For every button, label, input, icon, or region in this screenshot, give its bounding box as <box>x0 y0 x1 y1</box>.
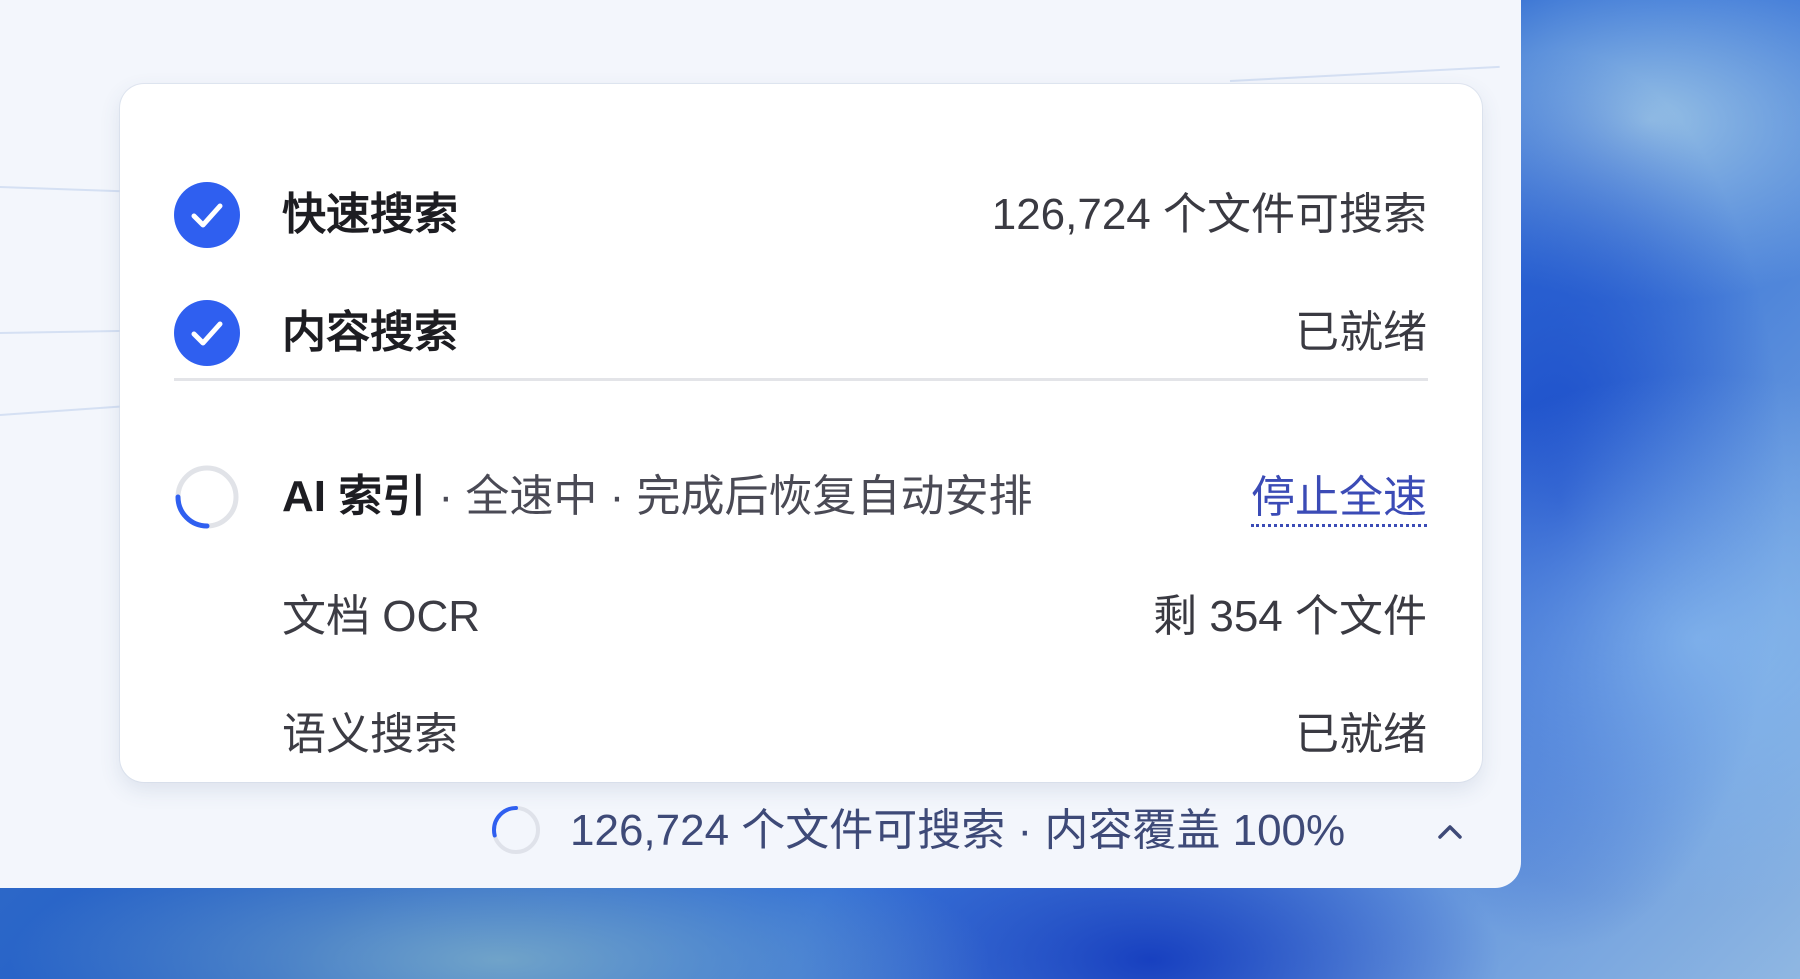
ai-index-label: AI 索引 <box>282 472 427 521</box>
doc-ocr-label: 文档 OCR <box>282 592 480 641</box>
quick-search-label: 快速搜索 <box>282 190 458 239</box>
semantic-search-status: 已就绪 <box>1295 710 1427 759</box>
content-search-label: 内容搜索 <box>282 308 458 357</box>
stop-full-speed-wrap: 停止全速 <box>1251 472 1427 527</box>
stop-full-speed-link[interactable]: 停止全速 <box>1251 473 1427 527</box>
doc-ocr-row: 文档 OCR 剩 354 个文件 <box>120 574 1482 654</box>
check-circle-icon <box>174 300 240 366</box>
status-bar-text: 126,724 个文件可搜索 · 内容覆盖 100% <box>570 806 1346 855</box>
section-divider <box>174 378 1428 381</box>
background-line <box>1229 65 1500 82</box>
index-status-panel: 快速搜索 126,724 个文件可搜索 内容搜索 已就绪 AI 索引 · 全速中… <box>120 84 1482 782</box>
semantic-search-label: 语义搜索 <box>282 710 458 759</box>
spinner-icon <box>490 804 542 856</box>
app-window: 快速搜索 126,724 个文件可搜索 内容搜索 已就绪 AI 索引 · 全速中… <box>0 0 1521 888</box>
ai-index-detail: 全速中 · 完成后恢复自动安排 <box>465 472 1033 521</box>
background-line <box>0 405 125 416</box>
spinner-icon <box>174 464 240 530</box>
quick-search-status: 126,724 个文件可搜索 <box>991 190 1427 239</box>
ai-index-row: AI 索引 · 全速中 · 完成后恢复自动安排 停止全速 <box>120 454 1482 534</box>
index-status-bar[interactable]: 126,724 个文件可搜索 · 内容覆盖 100% <box>490 794 1480 870</box>
chevron-up-icon[interactable] <box>1430 812 1470 852</box>
content-search-status: 已就绪 <box>1295 308 1427 357</box>
content-search-row: 内容搜索 已就绪 <box>120 290 1482 370</box>
quick-search-row: 快速搜索 126,724 个文件可搜索 <box>120 172 1482 252</box>
check-circle-icon <box>174 182 240 248</box>
semantic-search-row: 语义搜索 已就绪 <box>120 692 1482 772</box>
background-line <box>0 186 125 193</box>
doc-ocr-status: 剩 354 个文件 <box>1153 592 1427 641</box>
background-line <box>0 329 125 334</box>
ai-index-label-group: AI 索引 · 全速中 · 完成后恢复自动安排 <box>282 454 1032 540</box>
ai-index-separator: · <box>426 472 466 521</box>
